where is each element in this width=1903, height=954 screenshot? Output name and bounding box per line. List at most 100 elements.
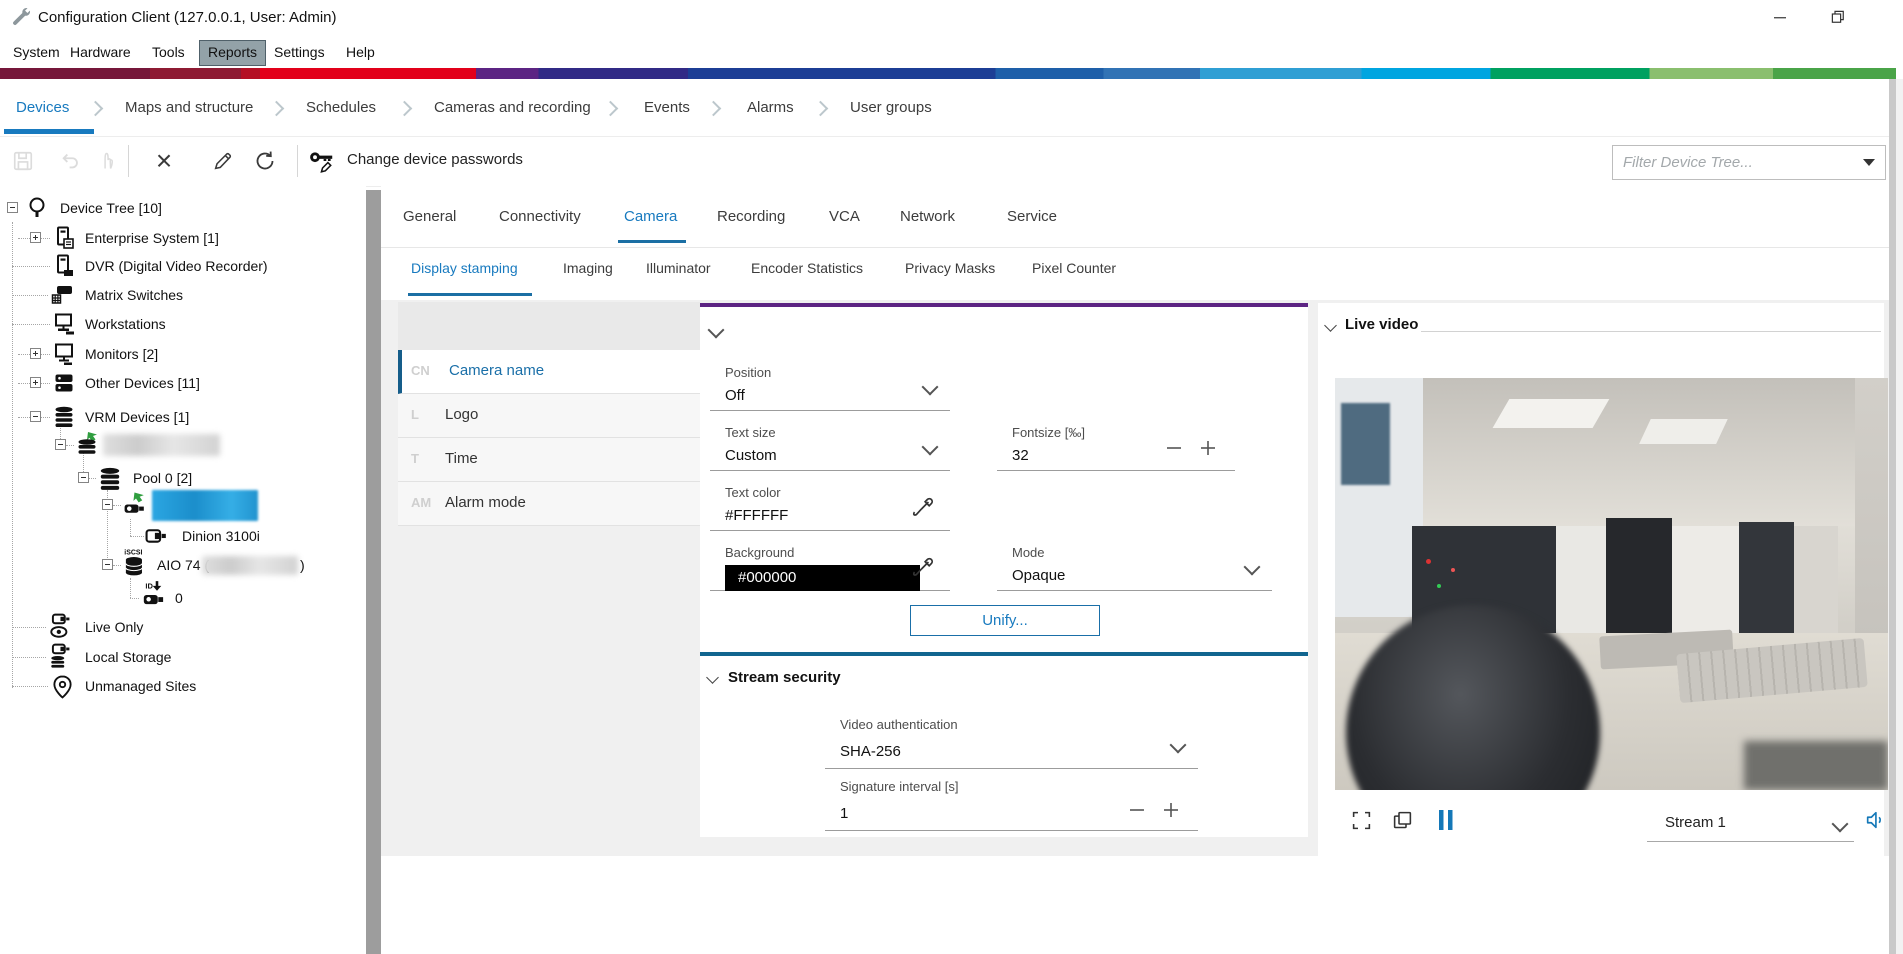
chevron-down-icon[interactable]: [1244, 559, 1261, 576]
tree-item-unmanaged-sites[interactable]: Unmanaged Sites: [0, 671, 366, 701]
dropdown-caret-icon[interactable]: [1863, 159, 1875, 166]
tab-service[interactable]: Service: [1007, 208, 1057, 225]
collapse-toggle-icon[interactable]: [30, 411, 41, 422]
subtab-display-stamping[interactable]: Display stamping: [411, 260, 518, 276]
tree-item-camera-redacted-selected[interactable]: [0, 490, 366, 520]
background-field[interactable]: Background #000000: [710, 545, 950, 591]
subtab-pixel-counter[interactable]: Pixel Counter: [1032, 260, 1116, 276]
tree-item-dvr[interactable]: DVR (Digital Video Recorder): [0, 251, 366, 281]
device-tree-filter[interactable]: [1612, 145, 1886, 180]
menu-help[interactable]: Help: [338, 40, 383, 64]
tree-item-vrm-devices[interactable]: VRM Devices [1]: [0, 402, 366, 432]
tree-item-aio-74[interactable]: iSCSI AIO 74 ( ): [0, 550, 366, 580]
snapshot-copy-button[interactable]: [1389, 806, 1415, 834]
subtab-illuminator[interactable]: Illuminator: [646, 260, 711, 276]
list-item-time[interactable]: T Time: [398, 438, 700, 482]
crumb-user-groups[interactable]: User groups: [850, 99, 932, 116]
collapse-toggle-icon[interactable]: [78, 472, 89, 483]
tree-item-live-only[interactable]: Live Only: [0, 612, 366, 642]
collapse-section-icon[interactable]: [708, 322, 725, 339]
menu-reports[interactable]: Reports: [199, 40, 266, 66]
background-color-swatch[interactable]: #000000: [725, 565, 920, 591]
expand-toggle-icon[interactable]: [30, 377, 41, 388]
tab-vca[interactable]: VCA: [829, 208, 860, 225]
list-item-camera-name[interactable]: CN Camera name: [398, 350, 700, 394]
collapse-section-icon[interactable]: [1324, 319, 1337, 332]
active-tab-underline: [618, 240, 686, 243]
collapse-toggle-icon[interactable]: [55, 439, 66, 450]
increment-button[interactable]: [1162, 801, 1180, 819]
tree-item-pool-0[interactable]: Pool 0 [2]: [0, 463, 366, 493]
text-color-field[interactable]: Text color #FFFFFF: [710, 485, 950, 531]
chevron-down-icon[interactable]: [1170, 737, 1187, 754]
tab-recording[interactable]: Recording: [717, 208, 785, 225]
expand-toggle-icon[interactable]: [30, 348, 41, 359]
tab-network[interactable]: Network: [900, 208, 955, 225]
expand-toggle-icon[interactable]: [30, 232, 41, 243]
crumb-schedules[interactable]: Schedules: [306, 99, 376, 116]
mode-field[interactable]: Mode Opaque: [997, 545, 1272, 591]
save-button[interactable]: [5, 143, 41, 179]
crumb-devices[interactable]: Devices: [16, 99, 69, 116]
color-picker-button[interactable]: [910, 553, 936, 588]
tree-item-enterprise-system[interactable]: Enterprise System [1]: [0, 223, 366, 253]
tree-item-vrm-redacted[interactable]: [0, 430, 366, 460]
activate-button[interactable]: [90, 143, 126, 179]
collapse-section-icon[interactable]: [706, 671, 719, 684]
audio-button[interactable]: [1862, 806, 1888, 834]
crumb-cameras-recording[interactable]: Cameras and recording: [434, 99, 591, 116]
decrement-button[interactable]: [1165, 439, 1183, 457]
subtab-encoder-statistics[interactable]: Encoder Statistics: [751, 260, 863, 276]
tab-connectivity[interactable]: Connectivity: [499, 208, 581, 225]
text-size-field[interactable]: Text size Custom: [710, 425, 950, 471]
tree-item-local-storage[interactable]: Local Storage: [0, 642, 366, 672]
fullscreen-button[interactable]: [1348, 806, 1374, 834]
edit-button[interactable]: [205, 143, 241, 179]
undo-button[interactable]: [53, 143, 89, 179]
subtab-imaging[interactable]: Imaging: [563, 260, 613, 276]
change-passwords-button[interactable]: [304, 143, 340, 179]
minimize-icon: [1771, 8, 1789, 26]
pane-splitter[interactable]: [366, 190, 381, 954]
filter-input[interactable]: [1621, 150, 1855, 175]
list-item-logo[interactable]: L Logo: [398, 394, 700, 438]
stream-select[interactable]: Stream 1: [1647, 808, 1854, 842]
color-picker-button[interactable]: [910, 493, 936, 528]
crumb-maps-structure[interactable]: Maps and structure: [125, 99, 253, 116]
pause-button[interactable]: [1433, 806, 1459, 834]
collapse-toggle-icon[interactable]: [102, 559, 113, 570]
tab-general[interactable]: General: [403, 208, 456, 225]
chevron-down-icon[interactable]: [922, 439, 939, 456]
chevron-down-icon[interactable]: [1832, 816, 1849, 833]
menu-system[interactable]: System: [5, 40, 68, 64]
menu-hardware[interactable]: Hardware: [62, 40, 139, 64]
tree-item-other-devices[interactable]: Other Devices [11]: [0, 368, 366, 398]
refresh-button[interactable]: [247, 143, 283, 179]
menu-settings[interactable]: Settings: [266, 40, 333, 64]
position-field[interactable]: Position Off: [710, 365, 950, 411]
minimize-button[interactable]: [1763, 4, 1797, 30]
tree-item-device-tree[interactable]: Device Tree [10]: [0, 193, 366, 223]
tree-item-dinion-3100i[interactable]: Dinion 3100i: [0, 521, 366, 551]
tree-item-monitors[interactable]: Monitors [2]: [0, 339, 366, 369]
tree-item-encoder-0[interactable]: ID 0: [0, 583, 366, 613]
maximize-button[interactable]: [1821, 4, 1855, 30]
delete-button[interactable]: ×: [146, 143, 182, 179]
increment-button[interactable]: [1199, 439, 1217, 457]
fontsize-field[interactable]: Fontsize [‰] 32: [997, 425, 1235, 471]
collapse-toggle-icon[interactable]: [7, 202, 18, 213]
list-item-alarm-mode[interactable]: AM Alarm mode: [398, 482, 700, 526]
tab-camera[interactable]: Camera: [624, 208, 677, 225]
video-authentication-field[interactable]: Video authentication SHA-256: [825, 717, 1198, 769]
menu-tools[interactable]: Tools: [144, 40, 193, 64]
signature-interval-field[interactable]: Signature interval [s] 1: [825, 779, 1198, 831]
crumb-alarms[interactable]: Alarms: [747, 99, 794, 116]
decrement-button[interactable]: [1128, 801, 1146, 819]
subtab-privacy-masks[interactable]: Privacy Masks: [905, 260, 995, 276]
unify-button[interactable]: Unify...: [910, 605, 1100, 636]
tree-item-matrix-switches[interactable]: Matrix Switches: [0, 280, 366, 310]
collapse-toggle-icon[interactable]: [102, 499, 113, 510]
crumb-events[interactable]: Events: [644, 99, 690, 116]
chevron-down-icon[interactable]: [922, 379, 939, 396]
tree-item-workstations[interactable]: Workstations: [0, 309, 366, 339]
